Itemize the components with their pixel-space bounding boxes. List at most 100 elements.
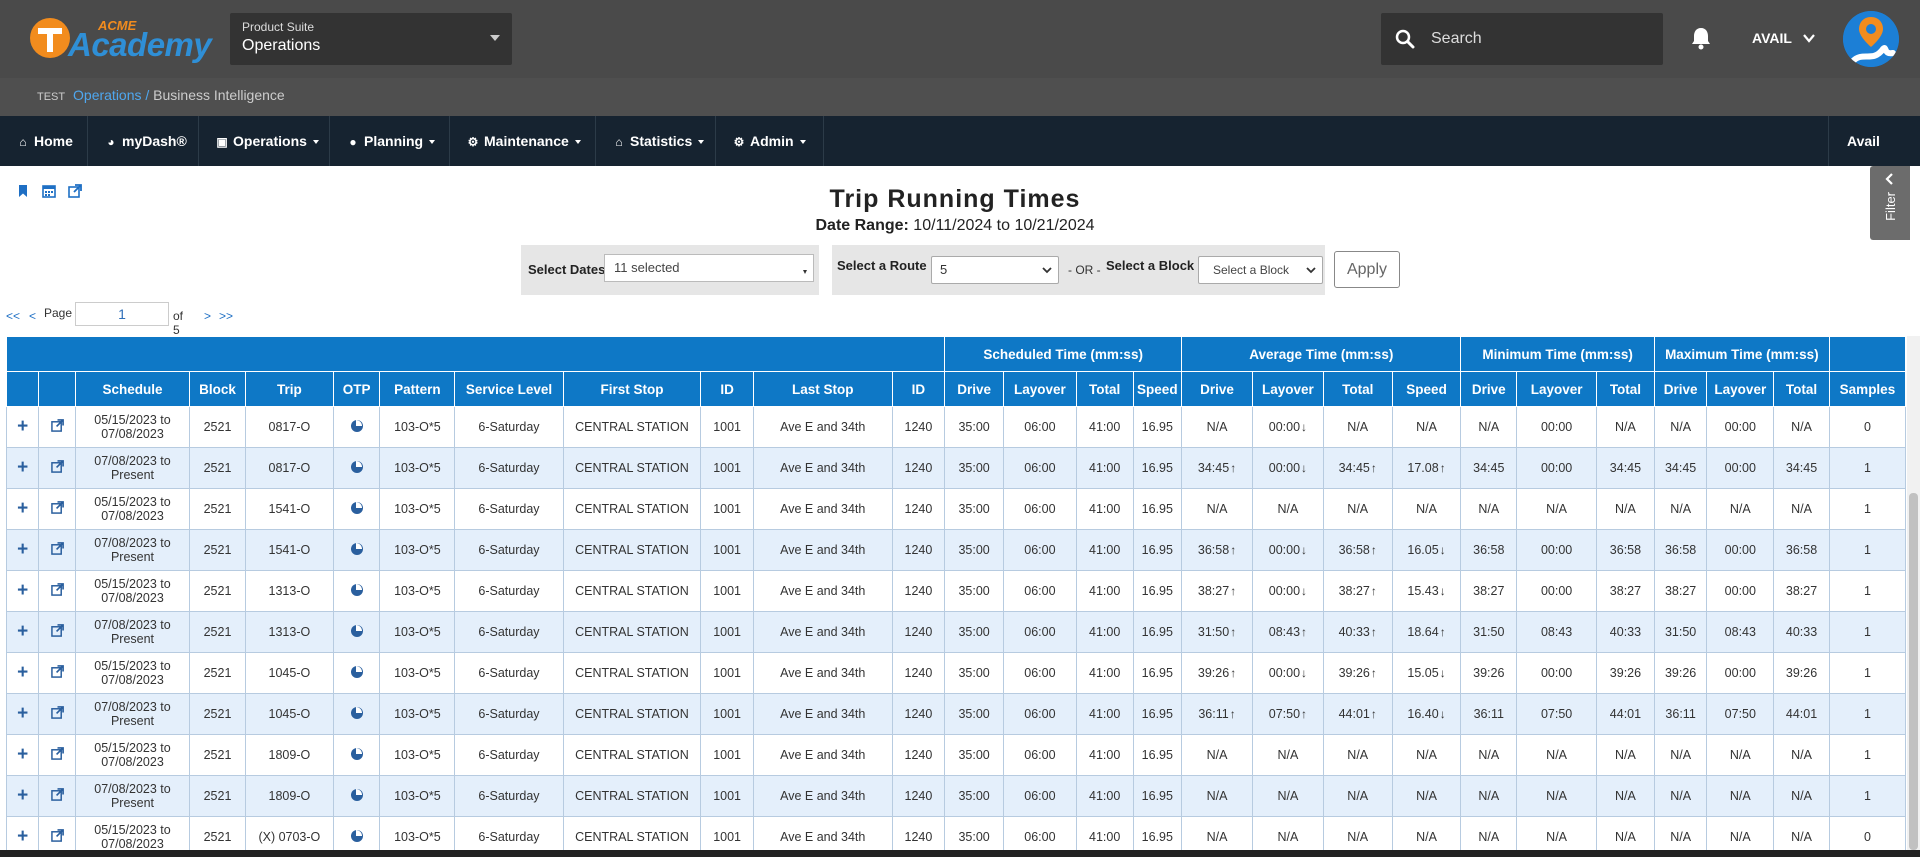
column-header-avg-drive[interactable]: Drive	[1181, 371, 1253, 407]
expand-row-button[interactable]: +	[6, 406, 40, 448]
pie-chart-icon[interactable]	[350, 706, 363, 719]
column-header-min-layover[interactable]: Layover	[1516, 371, 1598, 407]
expand-row-button[interactable]: +	[6, 816, 40, 850]
nav-item-maintenance[interactable]: ⚙ Maintenance	[450, 116, 596, 166]
pie-chart-icon[interactable]	[350, 665, 363, 678]
pie-chart-icon[interactable]	[350, 624, 363, 637]
chevron-down-icon[interactable]	[1803, 32, 1815, 44]
column-header-avg-total[interactable]: Total	[1322, 371, 1393, 407]
pie-chart-icon[interactable]	[350, 419, 363, 432]
pie-chart-icon[interactable]	[350, 542, 363, 555]
avg-drive-value: 34:45	[1197, 461, 1230, 475]
arrow-up-icon: ↑	[1370, 543, 1377, 557]
table-row: +07/08/2023 to Present 2521 1313-O 103-O*5 6-…	[6, 611, 1906, 653]
column-header-last-stop-id[interactable]: ID	[891, 371, 946, 407]
filter-panel-toggle[interactable]: Filter	[1870, 166, 1910, 240]
first-page-link[interactable]: <<	[6, 309, 20, 323]
column-header-min-total[interactable]: Total	[1596, 371, 1655, 407]
nav-item-operations[interactable]: ▣ Operations	[199, 116, 330, 166]
column-header-last-stop[interactable]: Last Stop	[752, 371, 893, 407]
avg-layover-value: 07:50	[1268, 707, 1301, 721]
column-header-max-drive[interactable]: Drive	[1653, 371, 1708, 407]
avail-app-avatar[interactable]	[1843, 11, 1899, 67]
nav-item-avail[interactable]: Avail	[1828, 116, 1920, 166]
avg-layover-value: 00:00	[1268, 543, 1301, 557]
nav-item-mydash[interactable]: ◕ myDash®	[88, 116, 199, 166]
pie-chart-icon[interactable]	[350, 583, 363, 596]
expand-row-button[interactable]: +	[6, 488, 40, 530]
external-link-icon[interactable]	[50, 419, 64, 432]
expand-row-button[interactable]: +	[6, 693, 40, 735]
pie-chart-icon[interactable]	[350, 788, 363, 801]
external-link-icon[interactable]	[50, 829, 64, 842]
page-number-input[interactable]: 1	[75, 302, 169, 326]
pie-chart-icon[interactable]	[350, 747, 363, 760]
external-link-icon[interactable]	[50, 747, 64, 760]
nav-item-home[interactable]: ⌂ Home	[0, 116, 88, 166]
scrollbar-thumb[interactable]	[1909, 493, 1918, 850]
expand-row-button[interactable]: +	[6, 570, 40, 612]
user-menu[interactable]: AVAIL	[1752, 30, 1792, 46]
breadcrumb-separator: /	[145, 87, 150, 103]
column-header-sched-speed[interactable]: Speed	[1132, 371, 1183, 407]
external-link-icon[interactable]	[50, 501, 64, 514]
column-header-samples[interactable]: Samples	[1828, 371, 1906, 407]
apply-button[interactable]: Apply	[1334, 251, 1400, 288]
select-route-value: 5	[940, 262, 948, 277]
pie-chart-icon[interactable]	[350, 829, 363, 842]
expand-row-button[interactable]: +	[6, 447, 40, 489]
column-header-sched-total[interactable]: Total	[1075, 371, 1134, 407]
avg-layover-value: N/A	[1277, 502, 1299, 516]
external-link-icon[interactable]	[50, 788, 64, 801]
column-header-first-stop[interactable]: First Stop	[562, 371, 702, 407]
expand-row-button[interactable]: +	[6, 529, 40, 571]
external-link-icon[interactable]	[50, 706, 64, 719]
last-page-link[interactable]: >>	[219, 309, 233, 323]
select-block-dropdown[interactable]: Select a Block	[1198, 256, 1323, 284]
column-header-block[interactable]: Block	[189, 371, 246, 407]
nav-item-planning[interactable]: ● Planning	[330, 116, 450, 166]
external-link-icon[interactable]	[50, 460, 64, 473]
next-page-link[interactable]: >	[204, 309, 211, 323]
column-header-pattern[interactable]: Pattern	[379, 371, 456, 407]
pie-chart-icon[interactable]	[350, 501, 363, 514]
external-link-icon[interactable]	[50, 583, 64, 596]
column-header-first-stop-id[interactable]: ID	[700, 371, 754, 407]
external-link-icon[interactable]	[50, 665, 64, 678]
search-box[interactable]: Search	[1381, 13, 1663, 65]
nav-item-admin[interactable]: ⚙ Admin	[716, 116, 824, 166]
pie-chart-icon[interactable]	[350, 460, 363, 473]
sched-total-cell: 41:00	[1075, 488, 1134, 530]
expand-row-button[interactable]: +	[6, 775, 40, 817]
prev-page-link[interactable]: <	[29, 309, 36, 323]
notification-bell-icon[interactable]	[1690, 26, 1712, 50]
expand-row-button[interactable]: +	[6, 652, 40, 694]
select-route-dropdown[interactable]: 5	[931, 256, 1059, 284]
expand-row-button[interactable]: +	[6, 611, 40, 653]
search-input[interactable]: Search	[1431, 30, 1482, 48]
avg-total-value: 36:58	[1338, 543, 1370, 557]
schedule-start: 05/15/2023 to	[94, 413, 171, 427]
external-link-icon[interactable]	[50, 624, 64, 637]
column-header-avg-speed[interactable]: Speed	[1391, 371, 1462, 407]
product-suite-dropdown[interactable]: Product Suite Operations	[230, 13, 512, 65]
column-header-sched-drive[interactable]: Drive	[944, 371, 1004, 407]
column-header-sched-layover[interactable]: Layover	[1002, 371, 1077, 407]
expand-row-button[interactable]: +	[6, 734, 40, 776]
select-dates-dropdown[interactable]: 11 selected	[604, 254, 814, 282]
column-header-trip[interactable]: Trip	[244, 371, 334, 407]
service-level-cell: 6-Saturday	[454, 406, 564, 448]
breadcrumb-link-operations[interactable]: Operations	[73, 87, 141, 103]
column-header-max-layover[interactable]: Layover	[1706, 371, 1775, 407]
column-header-avg-layover[interactable]: Layover	[1251, 371, 1324, 407]
nav-item-statistics[interactable]: ⌂ Statistics	[596, 116, 716, 166]
column-header-service-level[interactable]: Service Level	[454, 371, 564, 407]
column-header-schedule[interactable]: Schedule	[74, 371, 191, 407]
acme-academy-logo[interactable]: ACME Academy	[30, 14, 220, 63]
external-link-icon[interactable]	[50, 542, 64, 555]
column-header-min-drive[interactable]: Drive	[1460, 371, 1518, 407]
date-range: Date Range: 10/11/2024 to 10/21/2024	[0, 217, 1910, 235]
column-header-otp[interactable]: OTP	[332, 371, 381, 407]
vertical-scrollbar[interactable]	[1907, 336, 1920, 850]
column-header-max-total[interactable]: Total	[1773, 371, 1830, 407]
